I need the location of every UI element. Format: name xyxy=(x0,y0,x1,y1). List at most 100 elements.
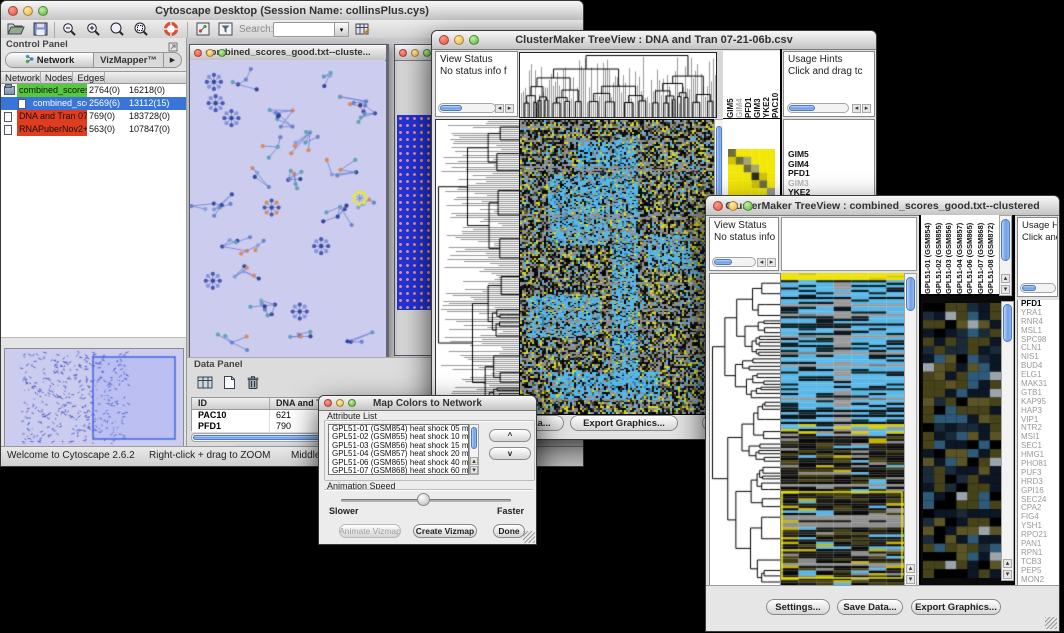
scroll-up-icon[interactable]: ▴ xyxy=(470,457,478,465)
zoom-in-icon[interactable] xyxy=(83,21,103,37)
minimize-button[interactable] xyxy=(411,49,419,57)
search-dropdown[interactable]: ▾ xyxy=(334,22,349,37)
minimize-button[interactable] xyxy=(728,201,738,211)
table-edit-icon[interactable] xyxy=(353,21,373,37)
scroll-down-icon[interactable]: ▾ xyxy=(906,575,915,584)
new-attribute-icon[interactable] xyxy=(219,374,239,390)
tv2-zoom-vscrollbar[interactable]: ▴ ▾ xyxy=(1001,301,1014,581)
zoom-button[interactable] xyxy=(469,35,479,45)
network-view-canvas[interactable] xyxy=(190,60,385,357)
attribute-select-icon[interactable] xyxy=(195,374,215,390)
tv2-labels-vscrollbar[interactable]: ▴ ▾ xyxy=(999,215,1012,296)
network-table-column[interactable]: Nodes xyxy=(41,72,73,83)
tv2-global-view[interactable] xyxy=(781,217,917,271)
zoom-selected-icon[interactable] xyxy=(107,21,127,37)
speed-slider-thumb[interactable] xyxy=(417,493,430,506)
zoom-button[interactable] xyxy=(423,49,431,57)
tv2-gene-list[interactable]: PFD1YRA1RNR4MSL1SPC98CLN1NIS1BUD4ELG1MAK… xyxy=(1017,300,1059,588)
zoom-button[interactable] xyxy=(743,201,753,211)
scroll-left-icon[interactable]: ◂ xyxy=(757,258,766,267)
tv2-heatmap[interactable] xyxy=(781,273,904,586)
done-button[interactable]: Done xyxy=(493,524,525,538)
scroll-right-icon[interactable]: ▸ xyxy=(862,104,871,113)
zoom-button[interactable] xyxy=(38,6,48,16)
network-tree-row[interactable]: RNAPuberNov2+ 563(0) 107847(0) xyxy=(1,123,186,136)
minimize-button[interactable] xyxy=(23,6,33,16)
tv1-titlebar[interactable]: ClusterMaker TreeView : DNA and Tran 07-… xyxy=(432,31,876,50)
scroll-right-icon[interactable]: ▸ xyxy=(767,258,776,267)
annotation-icon[interactable] xyxy=(193,21,213,37)
move-up-button[interactable]: ^ xyxy=(489,429,531,442)
attribute-list-item[interactable]: GPL51-07 (GSM868) heat shock 60 min xyxy=(329,467,468,475)
delete-attribute-icon[interactable] xyxy=(243,374,263,390)
scrollbar-thumb[interactable] xyxy=(1003,304,1012,342)
close-button[interactable] xyxy=(324,399,332,407)
tv2-zoom-heatmap[interactable] xyxy=(923,303,1001,578)
network-tree-row[interactable]: DNA and Tran 07 769(0) 183728(0) xyxy=(1,110,186,123)
tab-vizmapper[interactable]: VizMapper™ xyxy=(94,53,164,67)
view-status-scrollbar[interactable] xyxy=(438,103,496,113)
scroll-left-icon[interactable]: ◂ xyxy=(852,104,861,113)
help-ring-icon[interactable] xyxy=(161,21,181,37)
attribute-list[interactable]: GPL51-01 (GSM854) heat shock 05 minGPL51… xyxy=(328,424,469,475)
scroll-down-icon[interactable]: ▾ xyxy=(1001,285,1010,294)
minimize-button[interactable] xyxy=(206,49,214,57)
scrollbar-thumb[interactable] xyxy=(471,427,477,449)
tv2-heatmap-vscrollbar[interactable]: ▴ ▾ xyxy=(904,273,917,586)
resize-grip[interactable] xyxy=(1045,617,1057,629)
scrollbar-thumb[interactable] xyxy=(789,105,815,111)
network-overview-panel[interactable] xyxy=(4,348,184,447)
zoom-out-icon[interactable] xyxy=(59,21,79,37)
scroll-right-icon[interactable]: ▸ xyxy=(505,104,514,113)
scroll-up-icon[interactable]: ▴ xyxy=(906,564,915,573)
close-button[interactable] xyxy=(439,35,449,45)
scrollbar-thumb[interactable] xyxy=(440,105,462,111)
tab-overflow-arrow[interactable]: ▶ xyxy=(164,53,181,67)
minimize-button[interactable] xyxy=(454,35,464,45)
tv2-settings-button[interactable]: Settings... xyxy=(766,599,830,615)
scrollbar-thumb[interactable] xyxy=(714,259,732,265)
close-button[interactable] xyxy=(399,49,407,57)
tv2-export-graphics-button[interactable]: Export Graphics... xyxy=(911,599,1001,615)
tv2-titlebar[interactable]: ClusterMaker TreeView : combined_scores_… xyxy=(706,196,1059,216)
usage-hints-scrollbar[interactable] xyxy=(1020,283,1056,293)
zoom-fit-icon[interactable] xyxy=(131,21,151,37)
tab-network[interactable]: Network xyxy=(6,53,94,67)
resize-grip[interactable] xyxy=(523,531,535,543)
network-table-column[interactable]: Edges xyxy=(73,72,105,83)
create-vizmap-button[interactable]: Create Vizmap xyxy=(413,524,477,538)
tv1-heatmap[interactable] xyxy=(519,119,716,415)
tv2-save-data-button[interactable]: Save Data... xyxy=(837,599,903,615)
minimize-button[interactable] xyxy=(336,399,344,407)
tv1-export-graphics-button[interactable]: Export Graphics... xyxy=(570,415,678,431)
filter-icon[interactable] xyxy=(215,21,235,37)
attribute-list-scrollbar[interactable]: ▴ ▾ xyxy=(469,424,479,475)
tv1-row-dendrogram[interactable] xyxy=(435,119,520,415)
scrollbar-thumb[interactable] xyxy=(906,277,915,311)
tv2-row-dendrogram[interactable] xyxy=(709,273,781,588)
main-titlebar[interactable]: Cytoscape Desktop (Session Name: collins… xyxy=(1,1,583,21)
tv1-zoom-matrix[interactable] xyxy=(728,149,775,196)
scroll-up-icon[interactable]: ▴ xyxy=(1001,274,1010,283)
zoom-button[interactable] xyxy=(348,399,356,407)
close-button[interactable] xyxy=(8,6,18,16)
save-icon[interactable] xyxy=(30,21,50,37)
close-button[interactable] xyxy=(713,201,723,211)
close-button[interactable] xyxy=(194,49,202,57)
search-input[interactable] xyxy=(273,22,335,37)
tv1-column-dendrogram[interactable] xyxy=(519,52,717,118)
scroll-down-icon[interactable]: ▾ xyxy=(470,466,478,474)
scrollbar-thumb[interactable] xyxy=(716,126,722,206)
scroll-up-icon[interactable]: ▴ xyxy=(1003,559,1012,568)
scroll-down-icon[interactable]: ▾ xyxy=(1003,570,1012,579)
dialog-titlebar[interactable]: Map Colors to Network xyxy=(319,396,536,411)
open-folder-icon[interactable] xyxy=(6,21,26,37)
network-table-column[interactable]: Network xyxy=(1,72,41,83)
scroll-left-icon[interactable]: ◂ xyxy=(495,104,504,113)
view-status-scrollbar[interactable] xyxy=(712,257,756,267)
network-tree-row[interactable]: combined_scores 2764(0) 16218(0) xyxy=(1,84,186,97)
zoom-button[interactable] xyxy=(218,49,226,57)
scrollbar-thumb[interactable] xyxy=(1001,219,1010,261)
move-down-button[interactable]: v xyxy=(489,447,531,460)
attribute-column-header[interactable]: ID xyxy=(192,398,270,409)
